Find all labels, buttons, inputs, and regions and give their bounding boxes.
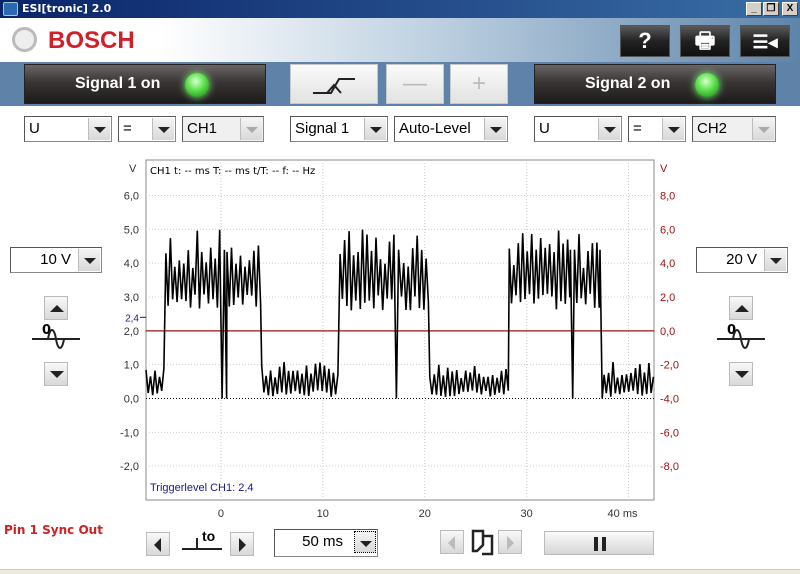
signal1-toggle-button[interactable]: Signal 1 on [24, 64, 266, 104]
x-tick-label: 10 [317, 508, 329, 520]
app-icon [3, 2, 18, 16]
x-tick-label: 0 [218, 508, 224, 520]
exit-button[interactable]: ☰◂ [740, 25, 790, 57]
signal1-label: Signal 1 on [75, 75, 161, 92]
restore-button[interactable]: ❐ [763, 2, 779, 16]
title-bar: ESI[tronic] 2.0 [0, 0, 800, 18]
chevron-down-icon [484, 118, 506, 140]
print-button[interactable]: 🖶 [680, 25, 730, 57]
close-button[interactable]: X [782, 2, 798, 16]
t0-label: to [202, 528, 216, 544]
trigger-level-text: Triggerlevel CH1: 2,4 [150, 482, 254, 494]
chevron-down-icon [152, 118, 174, 140]
signal2-measure-select[interactable]: U [534, 116, 622, 142]
trigger-source-select[interactable]: Signal 1 [290, 116, 388, 142]
list-exit-icon: ☰◂ [752, 32, 778, 52]
measurement-info: CH1 t: -- ms T: -- ms t/T: -- f: -- Hz [150, 166, 316, 177]
x-tick-label: 30 [520, 508, 532, 520]
left-tick-label: 3,0 [124, 292, 139, 304]
left-tick-label: 6,0 [124, 191, 139, 203]
chevron-down-icon [752, 118, 774, 140]
timebase-select[interactable]: 50 ms [274, 529, 378, 557]
left-tick-label: 5,0 [124, 224, 139, 236]
right-tick-label: 8,0 [660, 191, 675, 203]
left-tick-label: 4,0 [124, 258, 139, 270]
page-flip-icon [471, 529, 494, 556]
right-tick-label: -2,0 [660, 360, 679, 372]
page-prev-button[interactable] [440, 530, 464, 554]
signal2-coupling-select[interactable]: = [628, 116, 686, 142]
trigger-mode-select[interactable]: Auto-Level [394, 116, 508, 142]
signal2-label: Signal 2 on [585, 75, 671, 92]
signal1-coupling-select[interactable]: = [118, 116, 176, 142]
chevron-down-icon [240, 118, 262, 140]
trigger-level-label: 2,4 [125, 313, 139, 324]
chevron-down-icon [364, 118, 386, 140]
right-tick-label: 6,0 [660, 224, 675, 236]
signal2-channel-select[interactable]: CH2 [692, 116, 776, 142]
printer-icon: 🖶 [694, 28, 716, 53]
signal1-measure-select[interactable]: U [24, 116, 112, 142]
trigger-minus-button[interactable]: — [386, 64, 444, 104]
left-tick-label: 2,0 [124, 326, 139, 338]
chevron-down-icon [598, 118, 620, 140]
chevron-down-icon [88, 118, 110, 140]
signal1-led-icon [185, 73, 209, 97]
left-tick-label: -2,0 [120, 461, 139, 473]
right-tick-label: -4,0 [660, 394, 679, 406]
rising-edge-icon [313, 78, 355, 94]
pause-icon [594, 537, 606, 551]
trigger-edge-button[interactable] [290, 64, 378, 104]
right-tick-label: 2,0 [660, 292, 675, 304]
signal2-led-icon [695, 73, 719, 97]
signal1-channel-select[interactable]: CH1 [182, 116, 264, 142]
right-tick-label: 4,0 [660, 258, 675, 270]
left-tick-label: 0,0 [124, 394, 139, 406]
x-tick-label: 20 [419, 508, 431, 520]
right-unit-label: V [660, 163, 668, 175]
t0-marker-icon: to [182, 528, 222, 550]
plot-area [145, 159, 655, 501]
left-unit-label: V [129, 163, 137, 175]
x-tick-label: 40 ms [608, 508, 638, 520]
oscilloscope-chart: 0 10 20 30 40 ms 6,0 5,0 4,0 3,0 2,0 1,0 0,0 -1,0 -2,… [120, 159, 679, 520]
right-tick-label: 0,0 [660, 326, 675, 338]
left-tick-label: 1,0 [124, 360, 139, 372]
minimize-button[interactable]: _ [746, 2, 762, 16]
right-tick-label: -6,0 [660, 427, 679, 439]
t0-left-button[interactable] [146, 532, 170, 556]
chevron-down-icon [662, 118, 684, 140]
right-tick-label: -8,0 [660, 461, 679, 473]
status-bar [0, 569, 800, 574]
pin-label: Pin 1 Sync Out [4, 523, 103, 537]
trigger-plus-button[interactable]: + [450, 64, 508, 104]
page-next-button[interactable] [498, 530, 522, 554]
signal2-toggle-button[interactable]: Signal 2 on [534, 64, 776, 104]
pause-button[interactable] [544, 531, 654, 555]
chevron-down-icon [354, 531, 376, 553]
t0-right-button[interactable] [230, 532, 254, 556]
help-button[interactable]: ? [620, 25, 670, 57]
brand-name: BOSCH [48, 27, 135, 54]
window-title: ESI[tronic] 2.0 [22, 2, 112, 15]
bosch-logo-icon [12, 27, 37, 52]
left-tick-label: -1,0 [120, 427, 139, 439]
